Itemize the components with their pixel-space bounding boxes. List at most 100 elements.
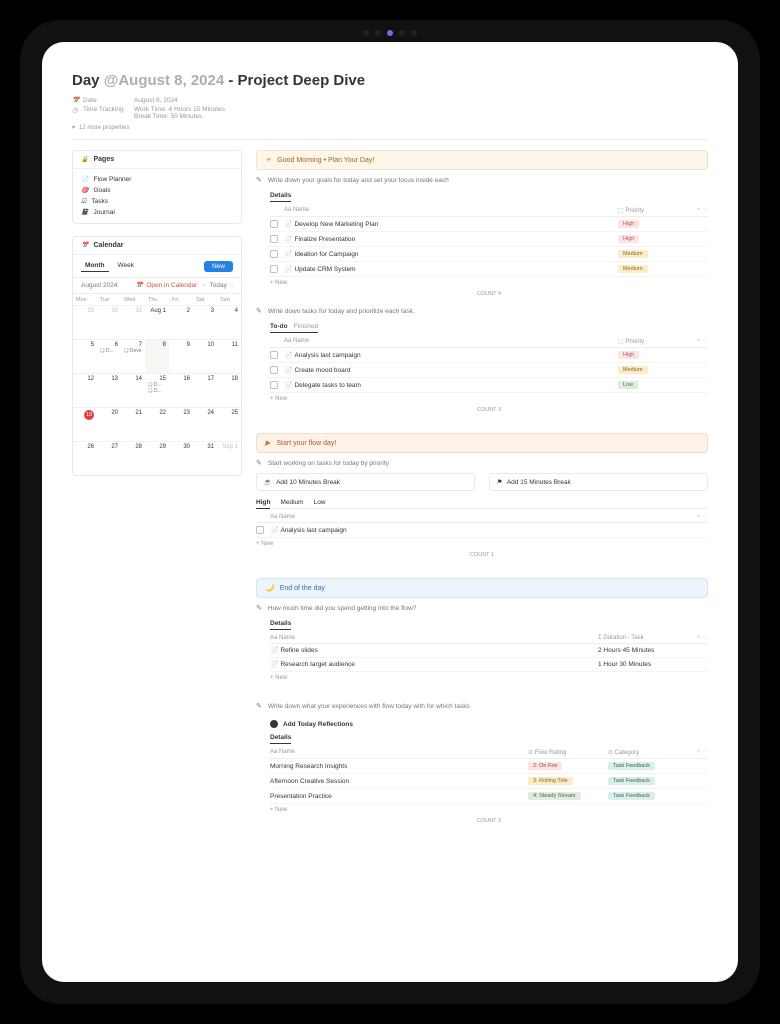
tab-low[interactable]: Low — [314, 499, 326, 506]
next-arrow[interactable]: › — [231, 282, 233, 289]
cal-day[interactable]: 31 — [193, 441, 217, 475]
new-row[interactable]: + New — [270, 393, 708, 405]
tab-high[interactable]: High — [256, 499, 270, 509]
tab-medium[interactable]: Medium — [280, 499, 303, 506]
cal-day[interactable]: 30 — [97, 305, 121, 339]
new-row[interactable]: + New — [270, 672, 708, 684]
prev-arrow[interactable]: ‹ — [203, 282, 205, 289]
cal-day[interactable]: 18 — [217, 373, 241, 407]
table-row[interactable]: Delegate tasks to team Low — [270, 378, 708, 393]
calendar-month-label: August 2024 — [81, 282, 118, 289]
cal-day[interactable]: 2 — [169, 305, 193, 339]
cal-day[interactable]: 13 — [97, 373, 121, 407]
new-row[interactable]: + New — [270, 277, 708, 289]
checkbox[interactable] — [270, 235, 278, 243]
table-row[interactable]: Presentation Practice 4: Steady Stream T… — [270, 789, 708, 804]
open-in-calendar[interactable]: Open in Calendar — [136, 282, 197, 289]
new-row[interactable]: + New — [270, 804, 708, 816]
sidebar-item-journal[interactable]: Journal — [81, 207, 233, 218]
cal-day[interactable]: 23 — [169, 407, 193, 441]
cal-day[interactable]: 27 — [97, 441, 121, 475]
cal-day[interactable]: 22 — [145, 407, 169, 441]
checkbox[interactable] — [270, 265, 278, 273]
checkbox[interactable] — [270, 381, 278, 389]
sun-icon — [265, 156, 271, 164]
new-button[interactable]: New — [204, 261, 233, 272]
cal-day[interactable]: 12 — [73, 373, 97, 407]
flag-icon — [496, 478, 502, 486]
table-row[interactable]: Update CRM System Medium — [270, 262, 708, 277]
view-tab[interactable]: Details — [270, 192, 291, 199]
table-row[interactable]: Analysis last campaign — [256, 523, 708, 538]
cal-day[interactable]: 30 — [169, 441, 193, 475]
tab-month[interactable]: Month — [81, 260, 109, 272]
tablet-frame: Day @August 8, 2024 - Project Deep Dive … — [20, 20, 760, 1004]
add-15-break-button[interactable]: Add 15 Minutes Break — [489, 473, 708, 491]
checkbox[interactable] — [270, 220, 278, 228]
calendar-grid: Mon Tue Wed Thu Fri Sat Sun 29 30 31 Aug… — [73, 294, 241, 475]
new-row[interactable]: + New — [256, 538, 708, 550]
view-tab[interactable]: Details — [270, 734, 291, 741]
more-properties[interactable]: ▾12 more properties — [72, 122, 708, 133]
coffee-icon — [263, 478, 271, 486]
cal-day[interactable]: 29 — [73, 305, 97, 339]
cal-day[interactable]: 19 — [73, 407, 97, 441]
sidebar-item-goals[interactable]: Goals — [81, 185, 233, 196]
page-icon — [284, 382, 291, 389]
tab-week[interactable]: Week — [114, 260, 139, 272]
today-badge: 19 — [84, 410, 94, 420]
sidebar-item-flow-planner[interactable]: Flow Planner — [81, 174, 233, 185]
cal-day[interactable]: 26 — [73, 441, 97, 475]
cal-day[interactable]: 17 — [193, 373, 217, 407]
today-button[interactable]: Today — [209, 282, 226, 289]
step-time-spent: How much time did you spend getting into… — [256, 604, 708, 612]
table-row[interactable]: Morning Research Insights 2: On Fire Tas… — [270, 759, 708, 774]
cal-day[interactable]: 28 — [121, 441, 145, 475]
view-tab[interactable]: Finished — [294, 323, 319, 330]
view-tab[interactable]: To-do — [270, 323, 288, 330]
add-10-break-button[interactable]: Add 10 Minutes Break — [256, 473, 475, 491]
view-tab[interactable]: Details — [270, 620, 291, 627]
add-reflections-button[interactable]: Add Today Reflections — [270, 716, 708, 732]
cal-day[interactable]: 7❑ Deve — [121, 339, 145, 373]
cal-day[interactable]: 10 — [193, 339, 217, 373]
cal-day[interactable]: 15❑ D...❑ D... — [145, 373, 169, 407]
table-row[interactable]: Afternoon Creative Session 3: Rolling Ti… — [270, 774, 708, 789]
calendar-icon — [136, 282, 143, 289]
checkbox[interactable] — [270, 250, 278, 258]
table-row[interactable]: Research target audience1 Hour 30 Minute… — [270, 658, 708, 672]
pages-header: Pages — [93, 156, 114, 163]
cal-day[interactable]: 11 — [217, 339, 241, 373]
cal-day[interactable]: 14 — [121, 373, 145, 407]
cal-day-selected[interactable]: 8 — [145, 339, 169, 373]
page-icon — [284, 266, 291, 273]
table-row[interactable]: Ideation for Campaign Medium — [270, 247, 708, 262]
table-row[interactable]: Finalize Presentation High — [270, 232, 708, 247]
play-icon — [265, 439, 270, 447]
cal-day[interactable]: 21 — [121, 407, 145, 441]
step-tasks: Write down tasks for today and prioritiz… — [256, 307, 708, 315]
table-row[interactable]: Analysis last campaign High — [270, 348, 708, 363]
cal-day[interactable]: 9 — [169, 339, 193, 373]
checkbox[interactable] — [270, 351, 278, 359]
sidebar-item-tasks[interactable]: Tasks — [81, 196, 233, 207]
cal-day[interactable]: Aug 1 — [145, 305, 169, 339]
cal-day[interactable]: 20 — [97, 407, 121, 441]
page-icon — [81, 176, 88, 183]
cal-day[interactable]: 24 — [193, 407, 217, 441]
cal-day[interactable]: 25 — [217, 407, 241, 441]
cal-day[interactable]: 3 — [193, 305, 217, 339]
cal-day[interactable]: 5 — [73, 339, 97, 373]
checkbox[interactable] — [270, 366, 278, 374]
cal-day[interactable]: Sep 1 — [217, 441, 241, 475]
checkbox[interactable] — [256, 526, 264, 534]
cal-day[interactable]: 16 — [169, 373, 193, 407]
table-row[interactable]: Create mood board Medium — [270, 363, 708, 378]
cal-day[interactable]: 29 — [145, 441, 169, 475]
step-goals: Write down your goals for today and set … — [256, 176, 708, 184]
cal-day[interactable]: 6❑ D... — [97, 339, 121, 373]
cal-day[interactable]: 31 — [121, 305, 145, 339]
cal-day[interactable]: 4 — [217, 305, 241, 339]
table-row[interactable]: Develop New Marketing Plan High — [270, 217, 708, 232]
table-row[interactable]: Refine slides2 Hours 45 Minutes — [270, 644, 708, 658]
